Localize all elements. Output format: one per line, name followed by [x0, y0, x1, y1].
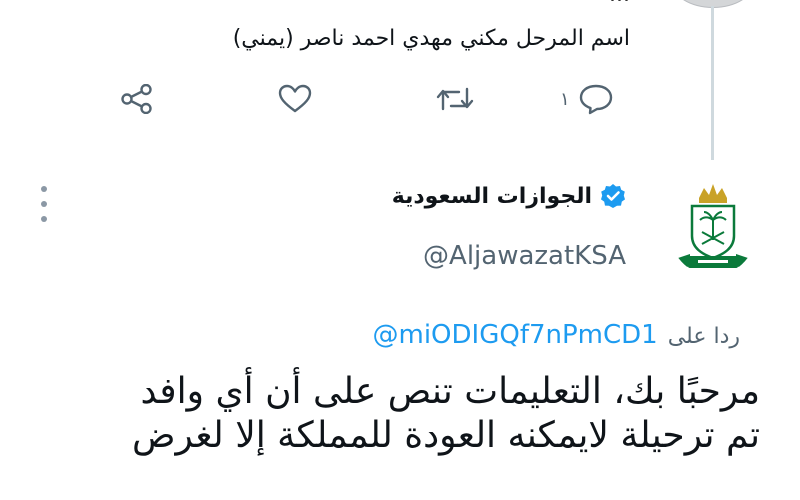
- tweet-thread-view: ... اسم المرحل مكني مهدي احمد ناصر (يمني…: [0, 0, 800, 500]
- replying-to-mention[interactable]: @miODIGQf7nPmCD1: [373, 320, 658, 350]
- more-options-icon[interactable]: [34, 186, 54, 222]
- share-icon: [120, 84, 154, 114]
- tweet-body-line: تم ترحيلة لايمكنه العودة للمملكة إلا لغر…: [132, 415, 760, 456]
- heart-icon: [278, 84, 312, 114]
- reply-icon: [578, 83, 614, 115]
- verified-badge-icon: [600, 183, 626, 209]
- thread-connector-line: [711, 6, 714, 160]
- previous-tweet-text-cut: ...: [70, 0, 630, 7]
- retweet-icon: [435, 84, 475, 114]
- tweet-author[interactable]: الجوازات السعودية: [392, 183, 626, 209]
- reply-button[interactable]: ١: [560, 80, 614, 118]
- retweet-button[interactable]: [435, 80, 475, 118]
- author-name[interactable]: الجوازات السعودية: [392, 184, 592, 209]
- share-button[interactable]: [120, 80, 154, 118]
- previous-tweet-action-bar: ١: [110, 80, 630, 120]
- tweet-body: مرحبًا بك، التعليمات تنص على أن أي وافد …: [20, 370, 760, 458]
- like-button[interactable]: [278, 80, 312, 118]
- author-handle[interactable]: @AljawazatKSA: [423, 241, 626, 271]
- jawazat-logo-avatar[interactable]: [668, 176, 758, 276]
- replying-to-label: ردا على: [667, 324, 740, 349]
- tweet-body-line: مرحبًا بك، التعليمات تنص على أن أي وافد: [140, 371, 760, 412]
- previous-tweet-text: اسم المرحل مكني مهدي احمد ناصر (يمني): [232, 26, 630, 51]
- replying-to: ردا على @miODIGQf7nPmCD1: [373, 320, 741, 350]
- reply-count: ١: [560, 88, 570, 110]
- jawazat-logo-icon: [668, 176, 758, 276]
